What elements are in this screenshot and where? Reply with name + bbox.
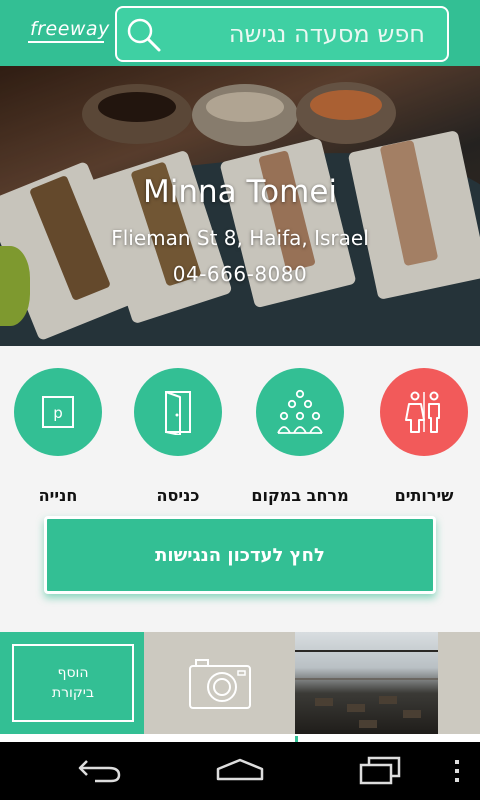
restaurant-photo[interactable] <box>295 632 438 734</box>
add-review-box[interactable]: הוסף ביקורת <box>12 644 134 722</box>
feature-label: מרחב במקום <box>251 486 349 505</box>
search-bar[interactable]: חפש מסעדה נגישה <box>115 6 449 62</box>
search-input[interactable]: חפש מסעדה נגישה <box>229 20 425 48</box>
home-icon[interactable] <box>215 750 265 790</box>
back-icon[interactable] <box>75 750 125 790</box>
parking-icon[interactable]: p <box>14 368 102 456</box>
system-nav-bar <box>0 742 480 800</box>
strip-bottom-border <box>0 734 480 742</box>
app-bar: freeway חפש מסעדה נגישה <box>0 0 480 66</box>
add-review-button[interactable]: הוסף ביקורת <box>0 632 144 734</box>
feature-label: כניסה <box>156 486 200 505</box>
add-review-line2: ביקורת <box>51 685 95 701</box>
search-icon[interactable] <box>125 16 163 54</box>
feature-label: שירותים <box>394 486 454 505</box>
camera-icon[interactable] <box>188 656 252 710</box>
freeway-logo[interactable]: freeway <box>30 18 110 40</box>
overflow-menu-icon[interactable] <box>455 760 459 782</box>
feature-restrooms[interactable]: שירותים <box>364 368 480 505</box>
feature-space[interactable]: מרחב במקום <box>240 368 360 505</box>
strip-spacer <box>438 632 480 734</box>
restroom-icon[interactable] <box>380 368 468 456</box>
restaurant-hero-image: Minna Tomei Flieman St 8, Haifa, Israel … <box>0 66 480 346</box>
logo-underline <box>28 41 104 43</box>
media-strip: הוסף ביקורת <box>0 632 480 734</box>
update-accessibility-button[interactable]: לחץ לעדכון הנגישות <box>44 516 436 594</box>
feature-entrance[interactable]: כניסה <box>118 368 238 505</box>
restaurant-phone[interactable]: 04-666-8080 <box>0 262 480 286</box>
add-review-line1: הוסף <box>57 665 89 681</box>
update-button-label: לחץ לעדכון הנגישות <box>155 544 325 566</box>
restaurant-name: Minna Tomei <box>142 174 338 210</box>
people-space-icon[interactable] <box>256 368 344 456</box>
recents-icon[interactable] <box>355 750 405 790</box>
feature-parking[interactable]: p חנייה <box>0 368 118 505</box>
feature-label: חנייה <box>38 486 78 505</box>
svg-text:p: p <box>53 404 63 422</box>
accessibility-features: שירותים מרחב במקום כניסה p חנייה לחץ לעד… <box>0 346 480 632</box>
restaurant-address: Flieman St 8, Haifa, Israel <box>111 226 369 250</box>
door-icon[interactable] <box>134 368 222 456</box>
